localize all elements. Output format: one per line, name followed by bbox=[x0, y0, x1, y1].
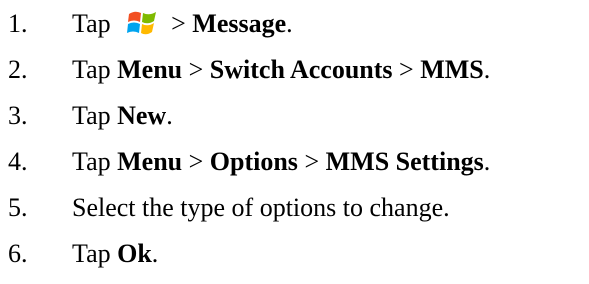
step-number: 2. bbox=[8, 55, 28, 84]
menu-term-switch-accounts: Switch Accounts bbox=[209, 55, 393, 84]
step-text: Tap > Message. bbox=[72, 4, 293, 50]
menu-term-ok: Ok bbox=[117, 239, 152, 268]
step-text: Tap Menu > Options > MMS Settings. bbox=[72, 142, 490, 182]
step-text-run: . bbox=[483, 55, 491, 84]
step-text-run: Tap bbox=[72, 9, 118, 38]
step-number: 4. bbox=[8, 147, 28, 176]
step-text: Tap Ok. bbox=[72, 234, 158, 274]
menu-term-options: Options bbox=[209, 147, 298, 176]
step-text-run: Tap bbox=[72, 101, 118, 130]
menu-term-mms: MMS bbox=[420, 55, 484, 84]
step-text: Tap Menu > Switch Accounts > MMS. bbox=[72, 50, 490, 90]
step-text-run: . bbox=[151, 239, 159, 268]
step-number: 3. bbox=[8, 101, 28, 130]
windows-start-icon bbox=[125, 8, 159, 50]
step-text-run: Tap bbox=[72, 55, 118, 84]
step-text-run: > bbox=[182, 147, 210, 176]
step-2: 2. Tap Menu > Switch Accounts > MMS. bbox=[0, 50, 589, 90]
step-text-run: > bbox=[171, 9, 193, 38]
step-5: 5. Select the type of options to change. bbox=[0, 188, 589, 228]
menu-term-menu: Menu bbox=[117, 147, 183, 176]
step-3: 3. Tap New. bbox=[0, 96, 589, 136]
instruction-list: 1. Tap > Message. 2. Tap Menu > Switch A… bbox=[0, 0, 589, 284]
step-text-run: > bbox=[297, 147, 326, 176]
step-text: Tap New. bbox=[72, 96, 173, 136]
step-text-run: . bbox=[166, 101, 173, 130]
menu-term-new: New bbox=[117, 101, 167, 130]
step-text-run: Tap bbox=[72, 147, 118, 176]
step-text-run: > bbox=[182, 55, 210, 84]
step-text-run: > bbox=[392, 55, 421, 84]
step-6: 6. Tap Ok. bbox=[0, 234, 589, 274]
step-number: 5. bbox=[8, 193, 28, 222]
step-text: Select the type of options to change. bbox=[72, 188, 450, 228]
step-text-run: . bbox=[483, 147, 491, 176]
menu-term-mms-settings: MMS Settings bbox=[325, 147, 484, 176]
step-4: 4. Tap Menu > Options > MMS Settings. bbox=[0, 142, 589, 182]
menu-term-message: Message bbox=[192, 9, 287, 38]
step-text-run: . bbox=[286, 9, 293, 38]
step-number: 1. bbox=[8, 9, 28, 38]
step-1: 1. Tap > Message. bbox=[0, 4, 589, 44]
step-number: 6. bbox=[8, 239, 28, 268]
menu-term-menu: Menu bbox=[117, 55, 183, 84]
step-text-run: Select the type of options to change. bbox=[72, 193, 450, 222]
step-text-run: Tap bbox=[72, 239, 118, 268]
